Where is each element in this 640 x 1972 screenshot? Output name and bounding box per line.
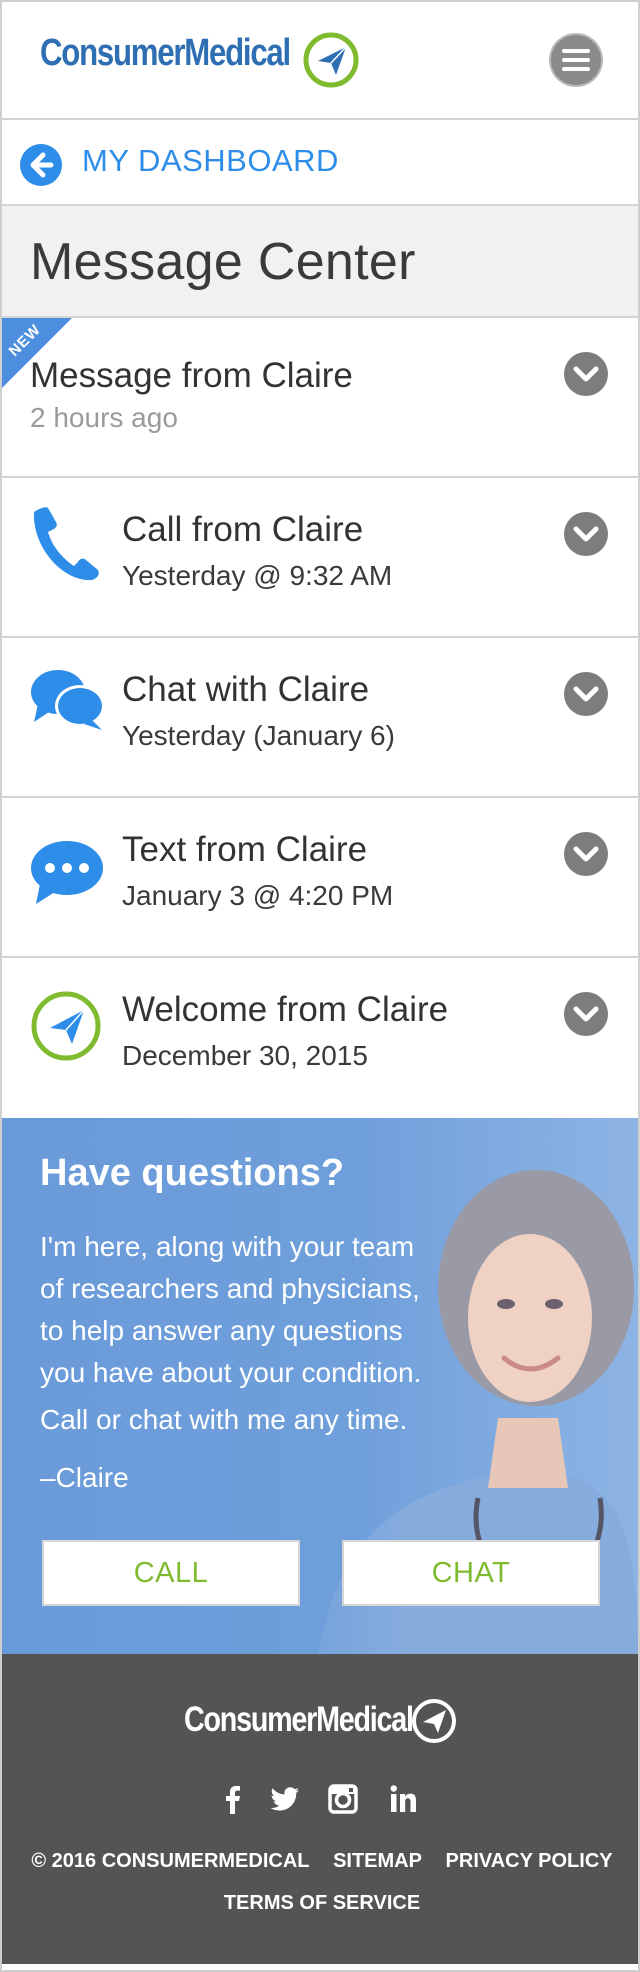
message-timestamp: 2 hours ago — [30, 402, 178, 433]
consumermedical-logo-icon — [31, 991, 101, 1061]
call-button[interactable]: CALL — [42, 1540, 300, 1606]
promo-banner: Have questions? I'm here, along with you… — [2, 1118, 638, 1654]
footer-links-row-2: TERMS OF SERVICE — [2, 1892, 638, 1915]
message-title: Call from Claire — [122, 510, 364, 549]
arrow-left-icon — [20, 144, 62, 186]
promo-body-secondary: Call or chat with me any time. — [40, 1404, 408, 1435]
facebook-icon[interactable] — [216, 1782, 250, 1816]
footer: ConsumerMedical © 2016 CONSUMERMEDICAL S… — [2, 1654, 638, 1964]
message-item[interactable]: Text from Claire January 3 @ 4:20 PM — [2, 798, 638, 958]
message-title: Chat with Claire — [122, 670, 370, 709]
message-title: Text from Claire — [122, 830, 368, 869]
phone-icon — [33, 507, 99, 581]
app-header: ConsumerMedical — [2, 2, 638, 120]
back-to-dashboard-link[interactable]: MY DASHBOARD — [2, 120, 638, 206]
instagram-icon[interactable] — [326, 1782, 360, 1816]
chevron-down-icon[interactable] — [564, 512, 608, 556]
brand-name: ConsumerMedical — [40, 32, 291, 74]
sitemap-link[interactable]: SITEMAP — [333, 1850, 422, 1872]
footer-links-row-1: © 2016 CONSUMERMEDICAL SITEMAP PRIVACY P… — [2, 1850, 638, 1873]
promo-body: I'm here, along with your team of resear… — [40, 1231, 422, 1388]
back-label: MY DASHBOARD — [82, 143, 339, 178]
promo-title: Have questions? — [40, 1152, 345, 1194]
message-title: Message from Claire — [30, 356, 353, 395]
page: ConsumerMedical MY DASHBOARD Message Cen… — [0, 0, 640, 1972]
message-timestamp: Yesterday @ 9:32 AM — [122, 560, 393, 591]
text-bubble-icon — [31, 841, 103, 904]
brand-logo[interactable]: ConsumerMedical — [40, 32, 359, 88]
copyright-text: © 2016 CONSUMERMEDICAL — [31, 1850, 310, 1872]
privacy-policy-link[interactable]: PRIVACY POLICY — [446, 1850, 613, 1872]
message-timestamp: December 30, 2015 — [122, 1040, 368, 1071]
terms-of-service-link[interactable]: TERMS OF SERVICE — [224, 1892, 420, 1914]
chevron-down-icon[interactable] — [564, 352, 608, 396]
page-title: Message Center — [30, 233, 416, 291]
linkedin-icon[interactable] — [386, 1782, 420, 1816]
message-title: Welcome from Claire — [122, 990, 449, 1029]
chat-bubbles-icon — [31, 670, 105, 730]
page-title-bar: Message Center — [2, 206, 638, 318]
chevron-down-icon[interactable] — [564, 672, 608, 716]
message-item[interactable]: Call from Claire Yesterday @ 9:32 AM — [2, 478, 638, 638]
message-timestamp: January 3 @ 4:20 PM — [122, 880, 394, 911]
footer-brand-arrow-icon — [412, 1699, 456, 1743]
promo-signature: –Claire — [40, 1462, 129, 1493]
footer-brand-name: ConsumerMedical — [184, 1700, 414, 1739]
message-item[interactable]: NEW Message from Claire 2 hours ago — [2, 318, 638, 478]
message-timestamp: Yesterday (January 6) — [122, 720, 395, 751]
message-item[interactable]: Chat with Claire Yesterday (January 6) — [2, 638, 638, 798]
hamburger-menu-icon[interactable] — [549, 33, 603, 87]
brand-arrow-icon — [303, 32, 359, 88]
chat-button[interactable]: CHAT — [342, 1540, 600, 1606]
twitter-icon[interactable] — [268, 1782, 302, 1816]
chevron-down-icon[interactable] — [564, 832, 608, 876]
footer-brand-logo[interactable]: ConsumerMedical — [184, 1699, 463, 1743]
chevron-down-icon[interactable] — [564, 992, 608, 1036]
message-item[interactable]: Welcome from Claire December 30, 2015 — [2, 958, 638, 1118]
